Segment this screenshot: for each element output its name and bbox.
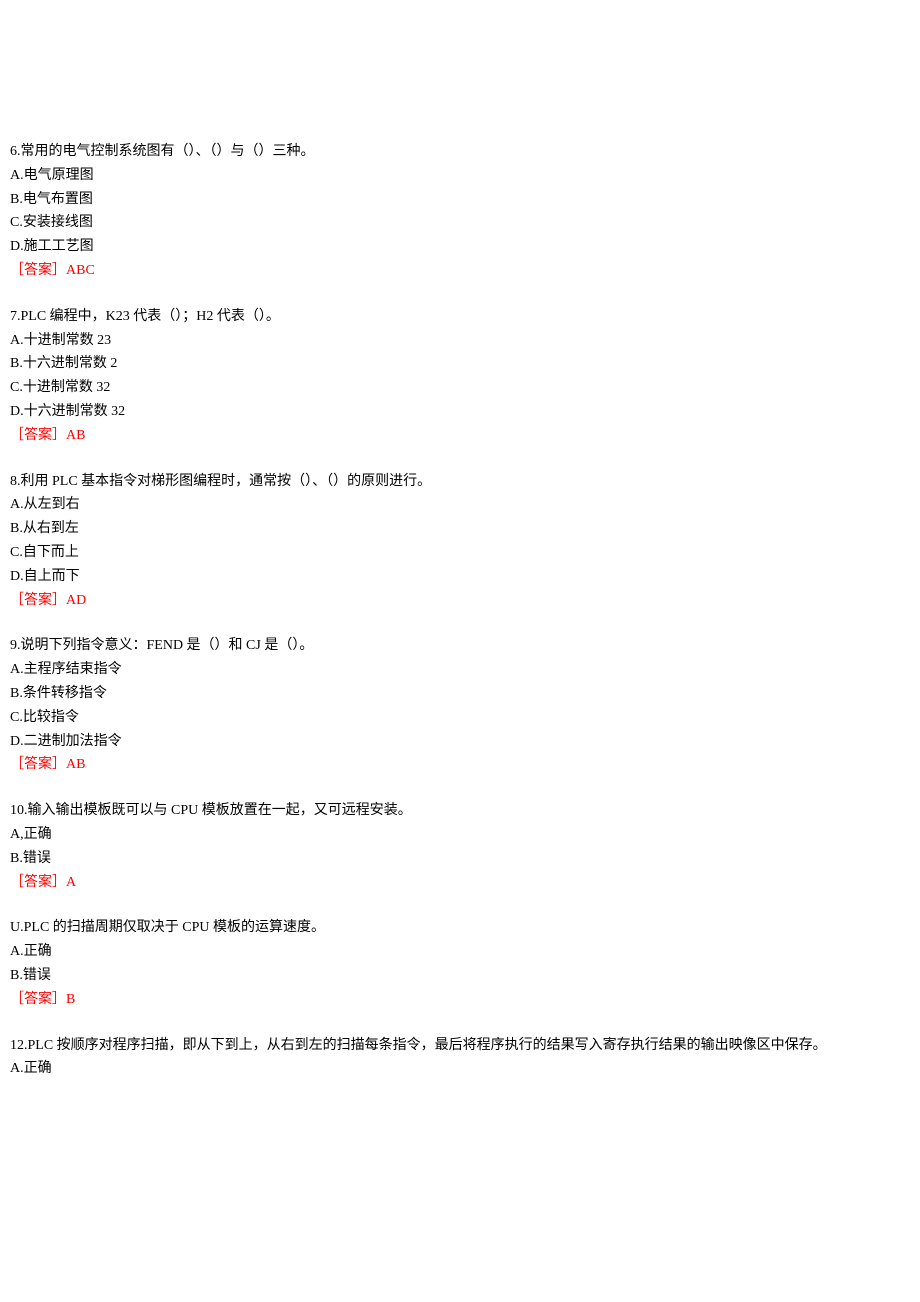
option-text: C.十进制常数 32 bbox=[10, 376, 910, 400]
option-text: D.十六进制常数 32 bbox=[10, 400, 910, 424]
answer-text: ［答案］AB bbox=[10, 753, 910, 777]
question-block: 8.利用 PLC 基本指令对梯形图编程时，通常按（）、（）的原则进行。A.从左到… bbox=[10, 470, 910, 613]
option-text: A.主程序结束指令 bbox=[10, 658, 910, 682]
option-text: C.比较指令 bbox=[10, 706, 910, 730]
question-block: 6.常用的电气控制系统图有（）、（）与（）三种。A.电气原理图B.电气布置图C.… bbox=[10, 140, 910, 283]
option-text: B.错误 bbox=[10, 964, 910, 988]
question-text: 7.PLC 编程中，K23 代表（）；H2 代表（）。 bbox=[10, 305, 910, 329]
option-text: B.条件转移指令 bbox=[10, 682, 910, 706]
answer-text: ［答案］B bbox=[10, 988, 910, 1012]
option-text: B.从右到左 bbox=[10, 517, 910, 541]
option-text: D.二进制加法指令 bbox=[10, 730, 910, 754]
option-text: C.安装接线图 bbox=[10, 211, 910, 235]
option-text: D.自上而下 bbox=[10, 565, 910, 589]
question-text: 6.常用的电气控制系统图有（）、（）与（）三种。 bbox=[10, 140, 910, 164]
option-text: A.电气原理图 bbox=[10, 164, 910, 188]
question-text: 8.利用 PLC 基本指令对梯形图编程时，通常按（）、（）的原则进行。 bbox=[10, 470, 910, 494]
question-block: U.PLC 的扫描周期仅取决于 CPU 模板的运算速度。A.正确B.错误［答案］… bbox=[10, 916, 910, 1011]
question-block: 10.输入输出模板既可以与 CPU 模板放置在一起，又可远程安装。A,正确B.错… bbox=[10, 799, 910, 894]
option-text: A.从左到右 bbox=[10, 493, 910, 517]
answer-text: ［答案］AB bbox=[10, 424, 910, 448]
question-block: 12.PLC 按顺序对程序扫描，即从下到上，从右到左的扫描每条指令，最后将程序执… bbox=[10, 1034, 910, 1082]
option-text: A.十进制常数 23 bbox=[10, 329, 910, 353]
option-text: A.正确 bbox=[10, 1057, 910, 1081]
question-text: U.PLC 的扫描周期仅取决于 CPU 模板的运算速度。 bbox=[10, 916, 910, 940]
option-text: A.正确 bbox=[10, 940, 910, 964]
document-content: 6.常用的电气控制系统图有（）、（）与（）三种。A.电气原理图B.电气布置图C.… bbox=[10, 140, 910, 1081]
option-text: B.十六进制常数 2 bbox=[10, 352, 910, 376]
question-block: 7.PLC 编程中，K23 代表（）；H2 代表（）。A.十进制常数 23B.十… bbox=[10, 305, 910, 448]
question-text: 12.PLC 按顺序对程序扫描，即从下到上，从右到左的扫描每条指令，最后将程序执… bbox=[10, 1034, 910, 1058]
answer-text: ［答案］ABC bbox=[10, 259, 910, 283]
option-text: B.电气布置图 bbox=[10, 188, 910, 212]
question-block: 9.说明下列指令意义：FEND 是（）和 CJ 是（）。A.主程序结束指令B.条… bbox=[10, 634, 910, 777]
option-text: D.施工工艺图 bbox=[10, 235, 910, 259]
question-text: 9.说明下列指令意义：FEND 是（）和 CJ 是（）。 bbox=[10, 634, 910, 658]
option-text: A,正确 bbox=[10, 823, 910, 847]
answer-text: ［答案］A bbox=[10, 871, 910, 895]
question-text: 10.输入输出模板既可以与 CPU 模板放置在一起，又可远程安装。 bbox=[10, 799, 910, 823]
answer-text: ［答案］AD bbox=[10, 589, 910, 613]
option-text: C.自下而上 bbox=[10, 541, 910, 565]
option-text: B.错误 bbox=[10, 847, 910, 871]
